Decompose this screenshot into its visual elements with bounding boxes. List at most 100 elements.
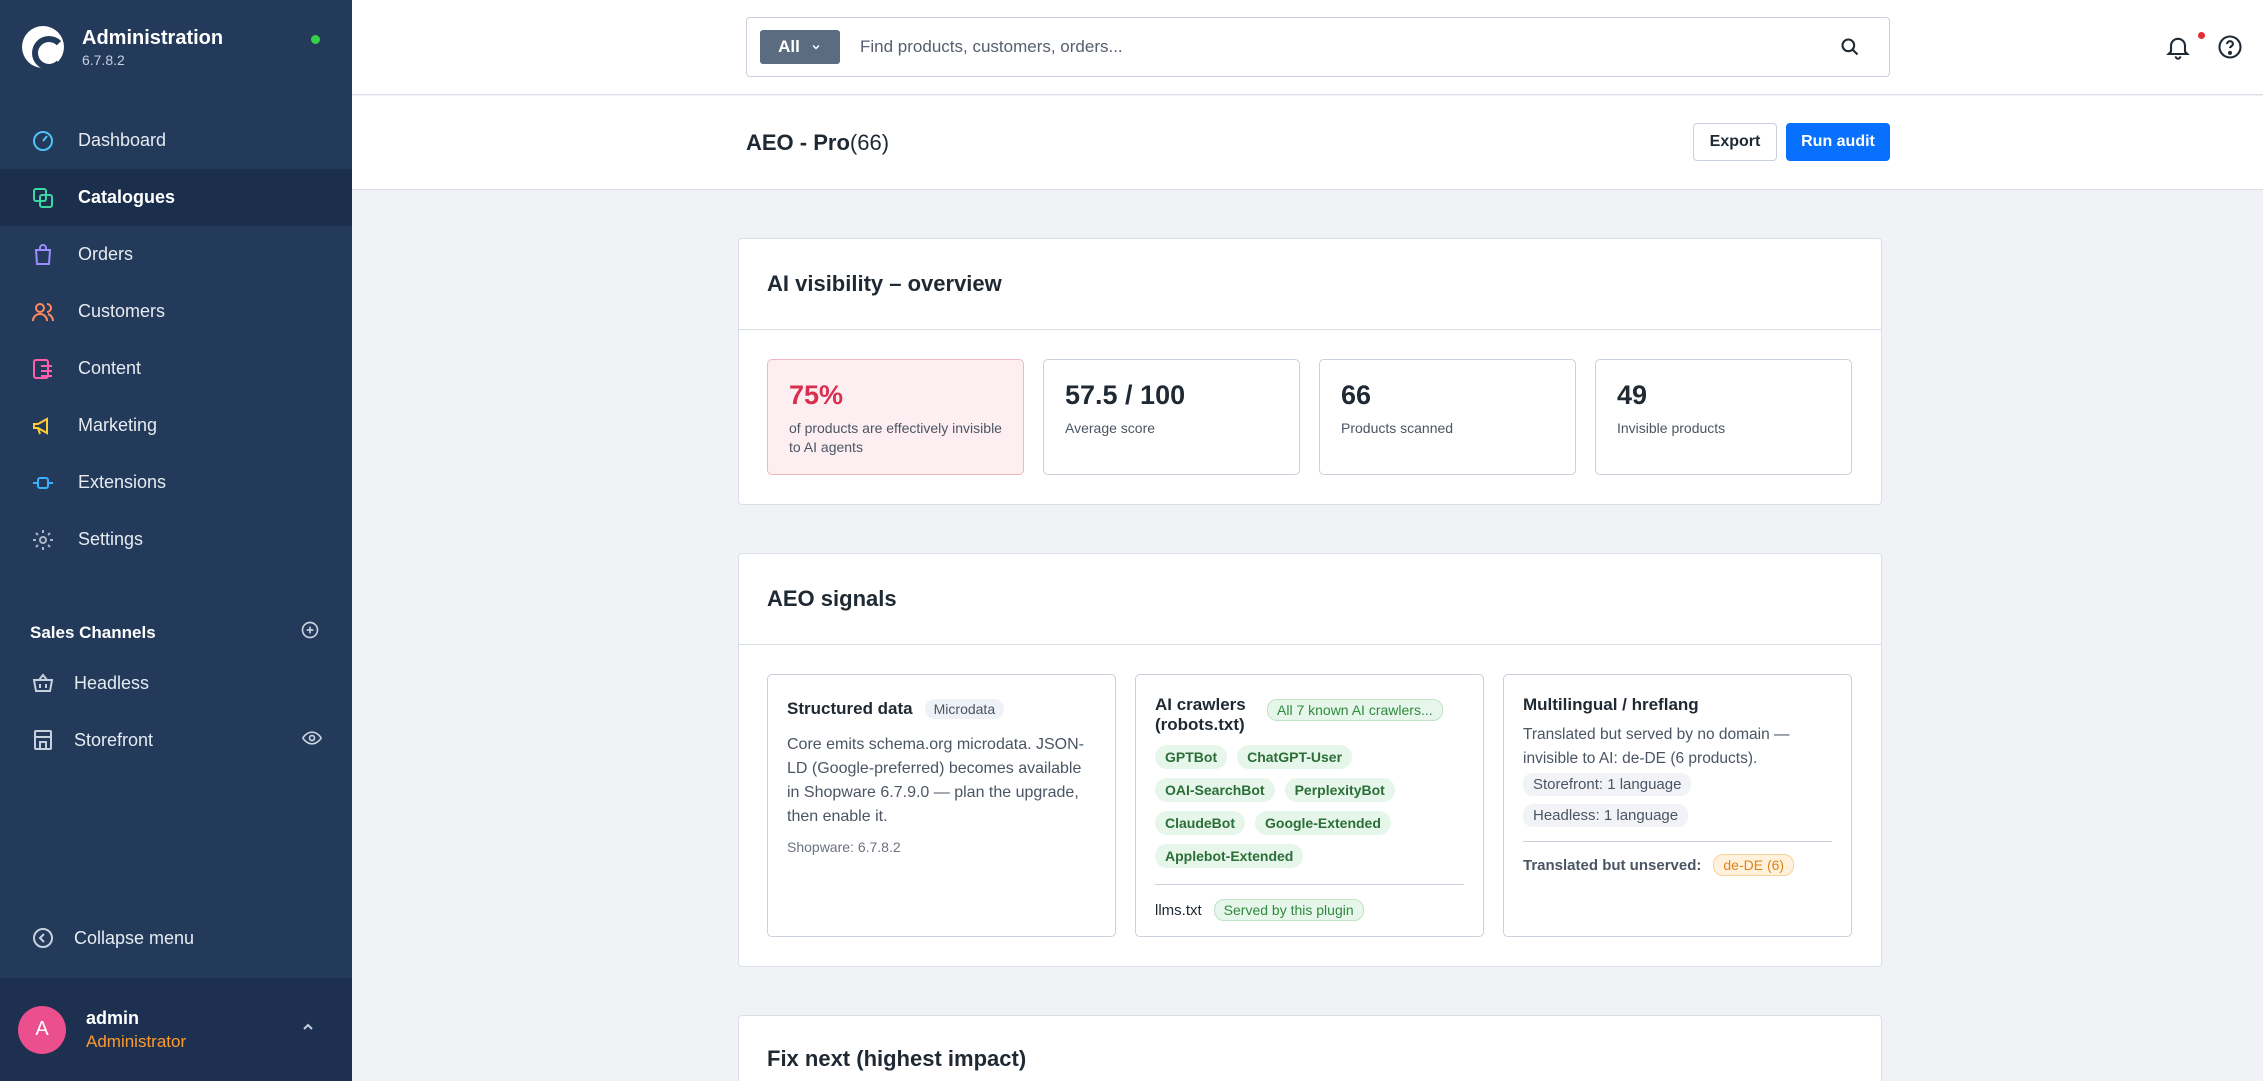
nav-item-content[interactable]: Content: [0, 340, 352, 397]
aeo-signals-card: AEO signals Structured data Microdata Co…: [738, 553, 1882, 967]
page-title-text: AEO - Pro: [746, 130, 850, 155]
signal-structured-data: Structured data Microdata Core emits sch…: [767, 674, 1116, 937]
brand[interactable]: Administration 6.7.8.2: [22, 26, 224, 70]
stat-value: 49: [1617, 380, 1648, 410]
user-menu[interactable]: A admin Administrator: [0, 978, 352, 1081]
stat-products-scanned: 66 Products scanned: [1319, 359, 1576, 475]
signal-title: Multilingual / hreflang: [1523, 695, 1699, 714]
ai-visibility-overview-card: AI visibility – overview 75% of products…: [738, 238, 1882, 505]
global-search: All: [746, 17, 1890, 77]
unserved-label: Translated but unserved:: [1523, 856, 1702, 874]
nav-label: Extensions: [78, 472, 167, 492]
chevron-up-icon[interactable]: [300, 1019, 316, 1040]
help-icon[interactable]: [2216, 33, 2244, 66]
bot-tag: OAI-SearchBot: [1155, 778, 1275, 802]
search-scope-select[interactable]: All: [760, 30, 840, 64]
notification-badge: [2198, 32, 2205, 39]
sales-channels-header: Sales Channels: [30, 620, 320, 645]
signal-ai-crawlers: AI crawlers (robots.txt) All 7 known AI …: [1135, 674, 1484, 937]
divider: [1523, 841, 1832, 842]
settings-icon: [30, 527, 56, 553]
avatar: A: [18, 1005, 66, 1054]
sales-channel-label: Headless: [74, 672, 150, 693]
bell-icon[interactable]: [2164, 33, 2192, 66]
run-audit-button[interactable]: Run audit: [1786, 123, 1890, 161]
crawlers-status-badge: All 7 known AI crawlers...: [1267, 699, 1443, 721]
sales-channel-label: Storefront: [74, 729, 154, 750]
nav-item-extensions[interactable]: Extensions: [0, 454, 352, 511]
stat-label: Average score: [1065, 420, 1156, 436]
search-icon[interactable]: [1835, 37, 1865, 57]
bot-tag: Applebot-Extended: [1155, 844, 1304, 868]
stat-value: 66: [1341, 380, 1372, 410]
content-icon: [30, 356, 56, 382]
language-tag: Headless: 1 language: [1523, 804, 1689, 827]
nav-label: Catalogues: [78, 187, 176, 207]
collapse-icon: [30, 925, 56, 951]
sales-channels-title: Sales Channels: [30, 622, 156, 642]
card-title: Fix next (highest impact): [739, 1016, 1881, 1081]
nav-label: Marketing: [78, 415, 158, 435]
nav-item-orders[interactable]: Orders: [0, 226, 352, 283]
stat-invisible-percent: 75% of products are effectively invisibl…: [767, 359, 1024, 475]
nav-label: Content: [78, 358, 142, 378]
export-button[interactable]: Export: [1693, 123, 1777, 161]
signal-multilingual: Multilingual / hreflang Translated but s…: [1503, 674, 1852, 937]
bot-tag: ClaudeBot: [1155, 811, 1245, 835]
nav-item-marketing[interactable]: Marketing: [0, 397, 352, 454]
nav-item-catalogues[interactable]: Catalogues: [0, 169, 352, 226]
app-title: Administration: [82, 26, 224, 49]
llms-txt-badge: Served by this plugin: [1213, 899, 1364, 921]
marketing-icon: [30, 413, 56, 439]
divider: [1155, 884, 1464, 885]
customers-icon: [30, 299, 56, 325]
crawler-bot-list: GPTBot ChatGPT-User OAI-SearchBot Perple…: [1155, 745, 1465, 868]
search-scope-label: All: [778, 37, 800, 56]
nav-label: Dashboard: [78, 130, 167, 150]
storefront-icon: [30, 727, 56, 753]
language-tag: Storefront: 1 language: [1523, 773, 1692, 796]
shopware-version-note: Shopware: 6.7.8.2: [787, 839, 901, 855]
signal-description: Translated but served by no domain — inv…: [1523, 726, 1790, 767]
basket-icon: [30, 670, 56, 696]
stat-value: 75%: [789, 380, 844, 410]
card-title: AI visibility – overview: [739, 239, 1881, 330]
fix-next-card: Fix next (highest impact): [738, 1015, 1882, 1081]
eye-icon[interactable]: [301, 728, 323, 753]
main-nav: Dashboard Catalogues Orders Customers Co…: [0, 112, 352, 568]
user-name: admin: [86, 1007, 140, 1028]
add-sales-channel-icon[interactable]: [300, 620, 320, 645]
bot-tag: PerplexityBot: [1284, 778, 1395, 802]
stat-average-score: 57.5 / 100 Average score: [1043, 359, 1300, 475]
search-input[interactable]: [860, 37, 1835, 57]
extensions-icon: [30, 470, 56, 496]
nav-label: Settings: [78, 529, 144, 549]
structured-data-badge: Microdata: [924, 699, 1005, 719]
stat-label: of products are effectively invisible to…: [789, 420, 1002, 455]
bot-tag: Google-Extended: [1255, 811, 1391, 835]
dashboard-icon: [30, 128, 56, 154]
chevron-down-icon: [812, 44, 820, 50]
card-title: AEO signals: [739, 554, 1881, 645]
app-version: 6.7.8.2: [82, 51, 125, 68]
page-title-count: (66): [849, 130, 890, 155]
page-title: AEO - Pro(66): [746, 130, 889, 156]
sales-channel-headless[interactable]: Headless: [30, 670, 322, 696]
sales-channel-storefront[interactable]: Storefront: [30, 727, 323, 753]
unserved-language-badge: de-DE (6): [1713, 854, 1795, 876]
nav-item-customers[interactable]: Customers: [0, 283, 352, 340]
orders-icon: [30, 242, 56, 268]
signal-description: Core emits schema.org microdata. JSON-LD…: [787, 736, 1084, 825]
signal-title: Structured data: [787, 699, 913, 718]
nav-item-settings[interactable]: Settings: [0, 511, 352, 568]
shopware-logo-icon: [22, 26, 66, 70]
collapse-menu-button[interactable]: Collapse menu: [30, 925, 194, 951]
signal-title: AI crawlers (robots.txt): [1155, 695, 1246, 734]
bot-tag: ChatGPT-User: [1237, 745, 1353, 769]
nav-item-dashboard[interactable]: Dashboard: [0, 112, 352, 169]
page-header: AEO - Pro(66) Export Run audit: [352, 96, 2263, 190]
signals-row: Structured data Microdata Core emits sch…: [767, 674, 1852, 937]
stat-label: Products scanned: [1341, 420, 1454, 436]
top-bar: All: [352, 0, 2263, 95]
bot-tag: GPTBot: [1155, 745, 1228, 769]
